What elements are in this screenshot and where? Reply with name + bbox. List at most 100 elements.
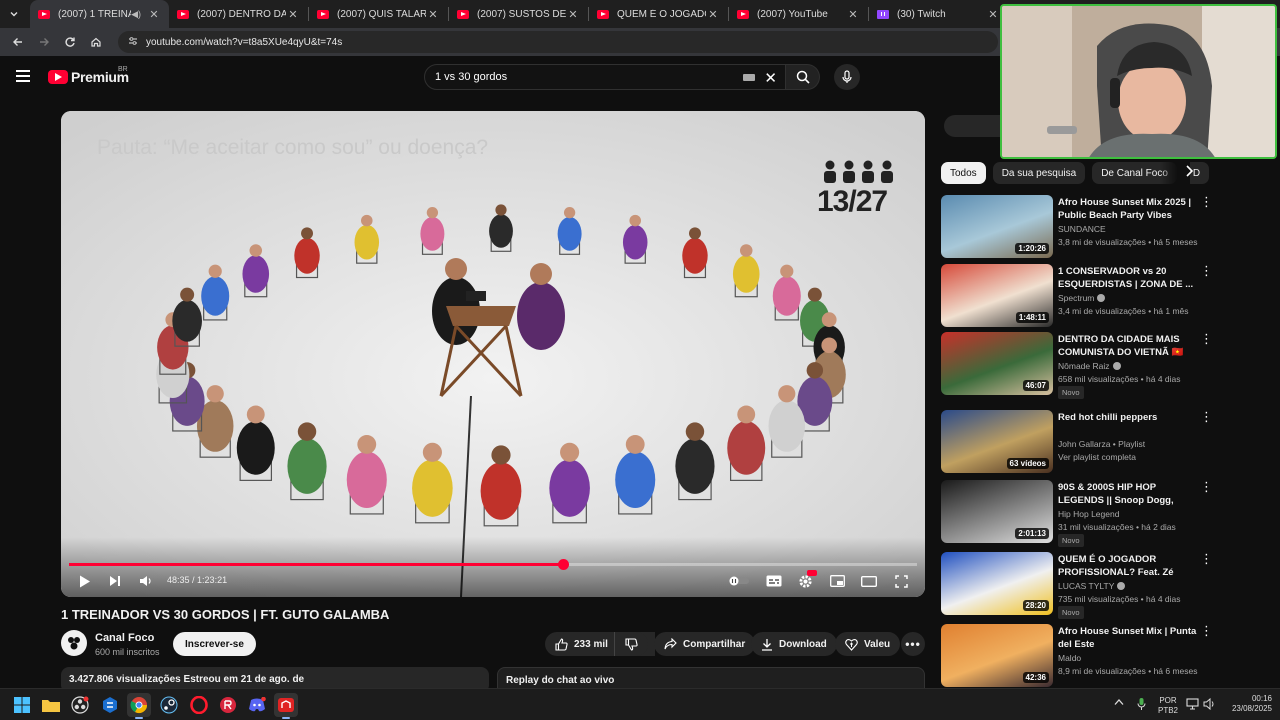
search-button[interactable]: [786, 64, 820, 90]
recommendation-title[interactable]: 1 CONSERVADOR vs 20 ESQUERDISTAS | ZONA …: [1058, 265, 1198, 291]
close-tab-icon[interactable]: ✕: [986, 8, 1000, 21]
show-hidden-icons[interactable]: [1114, 698, 1124, 709]
recommendation-item[interactable]: 28:20 QUEM É O JOGADOR PROFISSIONAL? Feat…: [941, 552, 1221, 619]
taskbar-app-blue[interactable]: [98, 693, 122, 717]
network-tray-icon[interactable]: [1186, 698, 1199, 713]
channel-name[interactable]: Maldo: [1058, 653, 1081, 663]
mute-button[interactable]: [137, 573, 153, 589]
browser-tab[interactable]: (2007) YouTube ✕: [729, 0, 868, 28]
forward-button[interactable]: [32, 30, 56, 54]
recommendation-title[interactable]: Red hot chilli peppers: [1058, 411, 1198, 424]
recommendation-title[interactable]: 90S & 2000S HIP HOP LEGENDS || Snoop Dog…: [1058, 481, 1198, 507]
close-tab-icon[interactable]: ✕: [846, 8, 860, 21]
taskbar-chrome[interactable]: [127, 693, 151, 719]
channel-name[interactable]: Nômade Raiz: [1058, 361, 1110, 371]
subscribe-button[interactable]: Inscrever-se: [173, 632, 256, 656]
clear-search-icon[interactable]: ✕: [764, 69, 777, 87]
taskbar-discord[interactable]: [245, 693, 269, 717]
channel-avatar[interactable]: [61, 630, 87, 656]
share-button[interactable]: Compartilhar: [654, 632, 756, 656]
filter-chip[interactable]: Todos: [941, 162, 986, 184]
recommendation-title[interactable]: Afro House Sunset Mix | Punta del Este: [1058, 625, 1198, 651]
reload-button[interactable]: [58, 30, 82, 54]
more-vertical-icon[interactable]: ⋮: [1200, 480, 1213, 493]
channel-name[interactable]: Canal Foco: [95, 632, 154, 644]
recommendation-title[interactable]: DENTRO DA CIDADE MAIS COMUNISTA DO VIETN…: [1058, 333, 1198, 359]
next-button[interactable]: [107, 573, 123, 589]
miniplayer-button[interactable]: [828, 573, 846, 589]
video-thumbnail[interactable]: 28:20: [941, 552, 1053, 615]
progress-bar[interactable]: [69, 559, 917, 570]
recommendation-item[interactable]: 63 vídeos Red hot chilli peppers John Gall…: [941, 410, 1221, 474]
clock[interactable]: 00:16 23/08/2025: [1222, 694, 1272, 714]
recommendation-title[interactable]: QUEM É O JOGADOR PROFISSIONAL? Feat. Zé …: [1058, 553, 1198, 579]
recommendation-item[interactable]: 42:36 Afro House Sunset Mix | Punta del E…: [941, 624, 1221, 688]
channel-name[interactable]: Spectrum: [1058, 293, 1094, 303]
recommendation-item[interactable]: 46:07 DENTRO DA CIDADE MAIS COMUNISTA DO …: [941, 332, 1221, 399]
video-player[interactable]: Pauta: “Me aceitar como sou” ou doença? …: [61, 111, 925, 597]
browser-tab[interactable]: (2007) SUSTOS DE MOTO✕: [449, 0, 588, 28]
home-button[interactable]: [84, 30, 108, 54]
more-vertical-icon[interactable]: ⋮: [1200, 195, 1213, 208]
taskbar-steam[interactable]: [157, 693, 181, 717]
close-tab-icon[interactable]: ✕: [286, 8, 300, 21]
autoplay-toggle[interactable]: [728, 573, 750, 589]
thanks-button[interactable]: Valeu: [835, 632, 901, 656]
download-button[interactable]: Download: [751, 632, 837, 656]
recommendation-item[interactable]: 1:48:11 1 CONSERVADOR vs 20 ESQUERDISTAS …: [941, 264, 1221, 328]
settings-button[interactable]: [796, 570, 817, 589]
keyboard-icon[interactable]: [743, 74, 755, 81]
more-actions-button[interactable]: •••: [901, 632, 925, 656]
chips-next-button[interactable]: [1185, 165, 1194, 180]
recommendation-item[interactable]: 2:01:13 90S & 2000S HIP HOP LEGENDS || Sn…: [941, 480, 1221, 547]
channel-name[interactable]: John Gallarza • Playlist: [1058, 439, 1145, 449]
browser-tab[interactable]: (30) Twitch ✕: [869, 0, 1008, 28]
dislike-button[interactable]: [614, 632, 648, 656]
close-tab-icon[interactable]: ✕: [706, 8, 720, 21]
browser-tab[interactable]: (2007) QUIS TALARICAR M✕: [309, 0, 448, 28]
subtitles-button[interactable]: [765, 573, 783, 589]
taskbar-app-red[interactable]: [216, 693, 240, 717]
video-thumbnail[interactable]: 42:36: [941, 624, 1053, 687]
browser-tab[interactable]: (2007) DENTRO DA CIDADE✕: [169, 0, 308, 28]
more-vertical-icon[interactable]: ⋮: [1200, 410, 1213, 423]
search-input[interactable]: 1 vs 30 gordos ✕: [424, 64, 786, 90]
mic-tray-icon[interactable]: [1137, 697, 1146, 714]
more-vertical-icon[interactable]: ⋮: [1200, 332, 1213, 345]
tab-search-button[interactable]: [2, 3, 26, 25]
browser-tab[interactable]: QUEM É O JOGADOR PRO✕: [589, 0, 728, 28]
video-thumbnail[interactable]: 2:01:13: [941, 480, 1053, 543]
channel-name[interactable]: LUCAS TYLTY: [1058, 581, 1114, 591]
video-thumbnail[interactable]: 63 vídeos: [941, 410, 1053, 473]
taskbar-app-active[interactable]: [274, 693, 298, 719]
more-vertical-icon[interactable]: ⋮: [1200, 264, 1213, 277]
close-tab-icon[interactable]: ✕: [147, 8, 161, 21]
video-thumbnail[interactable]: 46:07: [941, 332, 1053, 395]
recommendation-item[interactable]: 1:20:26 Afro House Sunset Mix 2025 | Publ…: [941, 195, 1221, 259]
video-thumbnail[interactable]: 1:20:26: [941, 195, 1053, 258]
close-tab-icon[interactable]: ✕: [426, 8, 440, 21]
fullscreen-button[interactable]: [892, 573, 910, 589]
language-indicator[interactable]: POR PTB2: [1158, 696, 1178, 716]
voice-search-button[interactable]: [834, 64, 860, 90]
more-vertical-icon[interactable]: ⋮: [1200, 552, 1213, 565]
browser-tab[interactable]: (2007) 1 TREINADOR◀) ✕: [30, 0, 169, 28]
channel-name[interactable]: SUNDANCE: [1058, 224, 1106, 234]
youtube-logo[interactable]: Premium BR: [48, 66, 129, 85]
play-button[interactable]: [77, 573, 93, 589]
taskbar-opera[interactable]: [187, 693, 211, 717]
channel-name[interactable]: Hip Hop Legend: [1058, 509, 1119, 519]
theater-mode-button[interactable]: [860, 573, 878, 589]
recommendation-title[interactable]: Afro House Sunset Mix 2025 | Public Beac…: [1058, 196, 1198, 222]
filter-chip[interactable]: Da sua pesquisa: [992, 162, 1086, 184]
volume-tray-icon[interactable]: [1203, 697, 1216, 713]
close-tab-icon[interactable]: ✕: [566, 8, 580, 21]
site-info-icon[interactable]: [128, 36, 138, 49]
address-bar[interactable]: youtube.com/watch?v=t8a5XUe4qyU&t=74s: [118, 31, 998, 53]
back-button[interactable]: [6, 30, 30, 54]
start-button[interactable]: [10, 693, 34, 717]
more-vertical-icon[interactable]: ⋮: [1200, 624, 1213, 637]
taskbar-file-explorer[interactable]: [39, 693, 63, 717]
taskbar-obs[interactable]: [68, 693, 92, 717]
speaker-icon[interactable]: ◀): [131, 9, 141, 20]
